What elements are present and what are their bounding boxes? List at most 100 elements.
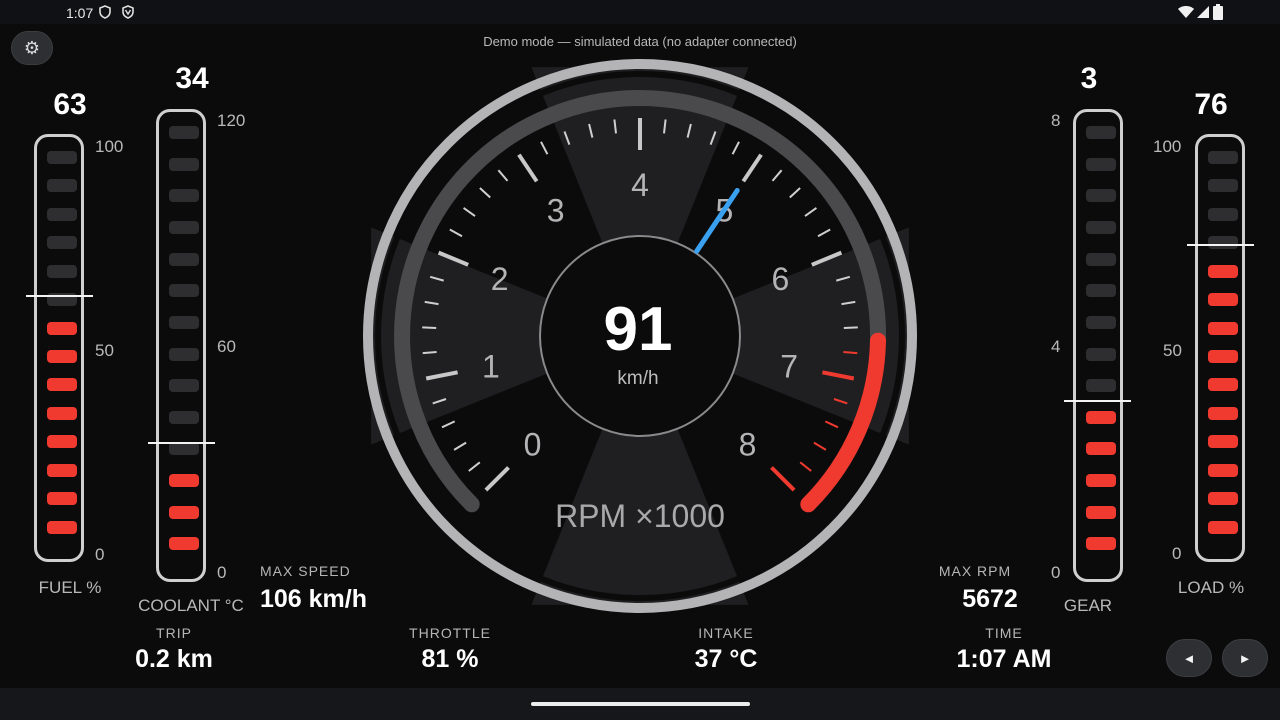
fuel-segment: [47, 321, 77, 335]
gear-scale-top: 8: [1051, 111, 1061, 130]
speed-unit: km/h: [617, 368, 658, 389]
coolant-level-marker: [148, 442, 215, 444]
intake-value: 37 °C: [694, 645, 758, 673]
gear-segment: [1086, 347, 1116, 361]
coolant-segment: [169, 505, 199, 519]
fuel-segment: [47, 406, 77, 420]
fuel-scale-bottom: 0: [95, 545, 105, 564]
gear-scale-mid: 4: [1051, 337, 1061, 356]
minor-tick: [824, 420, 839, 429]
fuel-label: FUEL %: [38, 578, 102, 597]
triangle-right-icon: ►: [1238, 650, 1252, 666]
load-value: 76: [1194, 88, 1228, 121]
coolant-segment: [169, 379, 199, 393]
load-segment: [1208, 492, 1238, 506]
fuel-segment: [47, 435, 77, 449]
coolant-segment: [169, 315, 199, 329]
coolant-segment: [169, 126, 199, 139]
coolant-segment: [169, 252, 199, 266]
rpm-tick-label: 8: [739, 427, 757, 463]
minor-tick: [843, 326, 858, 329]
fuel-scale-mid: 50: [95, 341, 114, 360]
coolant-value: 34: [175, 62, 209, 95]
gear-segment: [1086, 189, 1116, 203]
fuel-segment: [47, 207, 77, 221]
load-segment: [1208, 321, 1238, 335]
rpm-tick-label: 4: [631, 167, 649, 203]
minor-tick: [479, 187, 491, 199]
rpm-tick-label: 7: [780, 349, 798, 385]
minor-tick: [799, 461, 812, 472]
gear-level-marker: [1064, 399, 1131, 402]
time-label: TIME: [985, 625, 1023, 641]
minor-tick: [804, 207, 817, 217]
coolant-segment: [169, 410, 199, 424]
coolant-segment: [169, 284, 199, 298]
max-rpm-value: 5672: [962, 585, 1018, 613]
fuel-segment: [47, 179, 77, 193]
minor-tick: [817, 228, 831, 238]
rpm-tick-label: 3: [547, 193, 565, 229]
load-scale-bottom: 0: [1172, 544, 1182, 563]
fuel-segment: [47, 264, 77, 278]
fuel-segment: [47, 350, 77, 363]
fuel-segment: [47, 378, 77, 392]
minor-tick: [497, 169, 509, 182]
navigation-bar: [0, 688, 1280, 720]
throttle-label: THROTTLE: [409, 625, 491, 641]
home-handle[interactable]: [531, 702, 750, 706]
load-segment: [1208, 207, 1238, 221]
fuel-value: 63: [53, 88, 87, 121]
minor-tick: [463, 207, 476, 217]
minor-tick: [441, 420, 456, 429]
gear-segment: [1086, 284, 1116, 298]
load-scale-mid: 50: [1163, 341, 1182, 360]
rpm-tick-label: 1: [482, 349, 500, 385]
coolant-segment: [169, 189, 199, 203]
load-segment: [1208, 264, 1238, 278]
coolant-segment: [169, 474, 199, 488]
coolant-label: COOLANT °C: [138, 596, 244, 615]
gear-segment: [1086, 537, 1116, 551]
intake-label: INTAKE: [698, 625, 754, 641]
gear-segment: [1086, 442, 1116, 456]
minor-tick: [449, 228, 463, 238]
fuel-scale-top: 100: [95, 137, 124, 156]
minor-tick: [731, 141, 740, 155]
rpm-tick-label: 2: [491, 261, 509, 297]
fuel-segment: [47, 492, 77, 506]
fuel-segment: [47, 463, 77, 477]
gear-segment: [1086, 505, 1116, 519]
rpm-tick-label: 0: [524, 427, 542, 463]
time-value: 1:07 AM: [956, 645, 1052, 673]
coolant-segment: [169, 347, 199, 361]
major-tick: [770, 466, 796, 492]
gear-segment: [1086, 126, 1116, 139]
gear-segment: [1086, 220, 1116, 234]
load-segment: [1208, 179, 1238, 193]
major-tick: [517, 153, 539, 183]
coolant-segment: [169, 157, 199, 171]
max-speed-value: 106 km/h: [260, 585, 368, 613]
gear-segment: [1086, 315, 1116, 329]
load-segment: [1208, 435, 1238, 449]
load-level-marker: [1187, 243, 1254, 246]
next-button[interactable]: ►: [1222, 639, 1268, 677]
load-segment: [1208, 293, 1238, 307]
minor-tick: [813, 441, 827, 451]
previous-button[interactable]: ◄: [1166, 639, 1212, 677]
gear-value: 3: [1080, 62, 1098, 95]
fuel-segment: [47, 236, 77, 250]
coolant-scale-top: 120: [217, 111, 246, 130]
load-segment: [1208, 406, 1238, 420]
minor-tick: [468, 461, 481, 472]
coolant-scale-mid: 60: [217, 337, 236, 356]
coolant-scale-bottom: 0: [217, 563, 227, 582]
minor-tick: [453, 441, 467, 451]
coolant-segment: [169, 442, 199, 456]
minor-tick: [422, 326, 437, 329]
load-label: LOAD %: [1177, 578, 1245, 597]
load-segment: [1208, 350, 1238, 363]
major-tick: [741, 153, 763, 183]
triangle-left-icon: ◄: [1182, 650, 1196, 666]
